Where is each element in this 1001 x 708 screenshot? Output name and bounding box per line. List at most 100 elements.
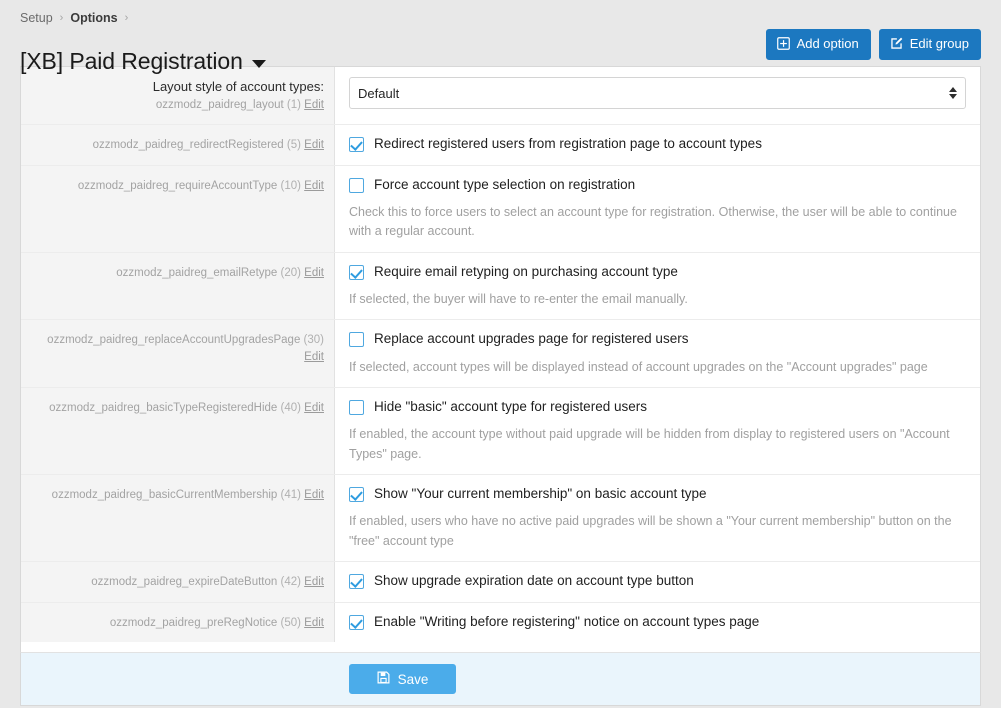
option-number: (20) — [281, 267, 301, 279]
save-button[interactable]: Save — [349, 664, 456, 694]
option-key: ozzmodz_paidreg_emailRetype — [116, 267, 277, 279]
header-actions: Add option Edit group — [766, 29, 981, 60]
option-explain-text: If enabled, the account type without pai… — [349, 425, 966, 464]
option-checkbox-row[interactable]: Require email retyping on purchasing acc… — [349, 263, 966, 281]
option-edit-link[interactable]: Edit — [304, 489, 324, 501]
checkbox-unchecked-icon[interactable] — [349, 400, 364, 415]
save-button-label: Save — [398, 672, 429, 687]
option-number: (30) — [304, 334, 324, 346]
checkbox-checked-icon[interactable] — [349, 574, 364, 589]
option-edit-link[interactable]: Edit — [304, 617, 324, 629]
option-number: (10) — [281, 180, 301, 192]
plus-square-icon — [777, 37, 790, 50]
option-number: (5) — [287, 139, 301, 151]
option-key-line: ozzmodz_paidreg_preRegNotice (50) Edit — [33, 615, 324, 632]
option-checkbox-label: Replace account upgrades page for regist… — [374, 330, 688, 348]
option-row: ozzmodz_paidreg_basicCurrentMembership (… — [21, 475, 980, 562]
checkbox-checked-icon[interactable] — [349, 137, 364, 152]
option-edit-link[interactable]: Edit — [304, 402, 324, 414]
option-row: ozzmodz_paidreg_emailRetype (20) Edit Req… — [21, 253, 980, 321]
option-key: ozzmodz_paidreg_basicCurrentMembership — [52, 489, 278, 501]
option-checkbox-label: Force account type selection on registra… — [374, 176, 635, 194]
option-explain-text: If enabled, users who have no active pai… — [349, 512, 966, 551]
option-edit-link[interactable]: Edit — [304, 99, 324, 111]
option-number: (42) — [281, 576, 301, 588]
option-checkbox-row[interactable]: Show upgrade expiration date on account … — [349, 572, 966, 590]
option-number: (41) — [281, 489, 301, 501]
option-checkbox-label: Require email retyping on purchasing acc… — [374, 263, 678, 281]
option-label-cell: ozzmodz_paidreg_preRegNotice (50) Edit — [21, 603, 335, 643]
option-key: ozzmodz_paidreg_requireAccountType — [78, 180, 277, 192]
option-checkbox-label: Hide "basic" account type for registered… — [374, 398, 647, 416]
option-checkbox-label: Enable "Writing before registering" noti… — [374, 613, 759, 631]
option-key-line: ozzmodz_paidreg_layout (1) Edit — [33, 97, 324, 114]
option-edit-link[interactable]: Edit — [304, 139, 324, 151]
option-row: ozzmodz_paidreg_preRegNotice (50) Edit En… — [21, 603, 980, 643]
option-label-cell: ozzmodz_paidreg_basicTypeRegisteredHide … — [21, 388, 335, 474]
option-label-cell: ozzmodz_paidreg_basicCurrentMembership (… — [21, 475, 335, 561]
option-number: (40) — [281, 402, 301, 414]
floppy-disk-icon — [377, 671, 390, 687]
breadcrumb-item-setup[interactable]: Setup — [20, 11, 53, 25]
option-checkbox-row[interactable]: Force account type selection on registra… — [349, 176, 966, 194]
checkbox-checked-icon[interactable] — [349, 487, 364, 502]
option-key: ozzmodz_paidreg_redirectRegistered — [93, 139, 284, 151]
option-key: ozzmodz_paidreg_replaceAccountUpgradesPa… — [47, 334, 300, 346]
option-label-cell: ozzmodz_paidreg_redirectRegistered (5) E… — [21, 125, 335, 165]
option-row: ozzmodz_paidreg_basicTypeRegisteredHide … — [21, 388, 980, 475]
option-label-cell: ozzmodz_paidreg_replaceAccountUpgradesPa… — [21, 320, 335, 387]
breadcrumb-item-options[interactable]: Options — [70, 11, 117, 25]
edit-group-button-label: Edit group — [910, 36, 969, 52]
option-edit-link[interactable]: Edit — [304, 267, 324, 279]
option-row: ozzmodz_paidreg_redirectRegistered (5) E… — [21, 125, 980, 166]
option-label-cell: ozzmodz_paidreg_emailRetype (20) Edit — [21, 253, 335, 320]
page-title: [XB] Paid Registration — [20, 49, 243, 74]
option-key-line: ozzmodz_paidreg_requireAccountType (10) … — [33, 178, 324, 195]
option-checkbox-label: Show upgrade expiration date on account … — [374, 572, 694, 590]
breadcrumb-separator: › — [60, 13, 64, 24]
page-header: Setup › Options › [XB] Paid Registration… — [0, 0, 1001, 66]
option-row: ozzmodz_paidreg_expireDateButton (42) Ed… — [21, 562, 980, 603]
option-field-cell: Force account type selection on registra… — [335, 166, 980, 252]
option-explain-text: If selected, account types will be displ… — [349, 358, 966, 377]
option-field-cell: Hide "basic" account type for registered… — [335, 388, 980, 474]
option-field-cell: Show upgrade expiration date on account … — [335, 562, 980, 600]
option-field-cell: Redirect registered users from registrat… — [335, 125, 980, 163]
option-checkbox-row[interactable]: Hide "basic" account type for registered… — [349, 398, 966, 416]
checkbox-unchecked-icon[interactable] — [349, 332, 364, 347]
option-key-line: ozzmodz_paidreg_replaceAccountUpgradesPa… — [33, 332, 324, 365]
edit-pencil-icon — [890, 37, 903, 50]
option-key: ozzmodz_paidreg_layout — [156, 99, 284, 111]
option-explain-text: Check this to force users to select an a… — [349, 203, 966, 242]
option-number: (50) — [281, 617, 301, 629]
option-checkbox-row[interactable]: Replace account upgrades page for regist… — [349, 330, 966, 348]
option-row: ozzmodz_paidreg_replaceAccountUpgradesPa… — [21, 320, 980, 388]
option-key-line: ozzmodz_paidreg_redirectRegistered (5) E… — [33, 137, 324, 154]
option-key: ozzmodz_paidreg_basicTypeRegisteredHide — [49, 402, 277, 414]
add-option-button-label: Add option — [797, 36, 859, 52]
add-option-button[interactable]: Add option — [766, 29, 871, 60]
option-edit-link[interactable]: Edit — [304, 576, 324, 588]
chevron-down-icon[interactable] — [252, 60, 266, 68]
option-label-cell: ozzmodz_paidreg_requireAccountType (10) … — [21, 166, 335, 252]
option-key: ozzmodz_paidreg_preRegNotice — [110, 617, 278, 629]
options-form-panel: Layout style of account types:ozzmodz_pa… — [20, 66, 981, 652]
option-edit-link[interactable]: Edit — [304, 351, 324, 363]
option-checkbox-row[interactable]: Enable "Writing before registering" noti… — [349, 613, 966, 631]
option-field-cell: Enable "Writing before registering" noti… — [335, 603, 980, 641]
option-checkbox-label: Redirect registered users from registrat… — [374, 135, 762, 153]
checkbox-checked-icon[interactable] — [349, 265, 364, 280]
option-edit-link[interactable]: Edit — [304, 180, 324, 192]
option-checkbox-row[interactable]: Show "Your current membership" on basic … — [349, 485, 966, 503]
layout-style-select[interactable]: Default — [349, 77, 966, 109]
layout-style-select-wrapper: Default — [349, 77, 966, 109]
option-explain-text: If selected, the buyer will have to re-e… — [349, 290, 966, 309]
option-label-cell: ozzmodz_paidreg_expireDateButton (42) Ed… — [21, 562, 335, 602]
options-row-list: Layout style of account types:ozzmodz_pa… — [21, 67, 980, 652]
edit-group-button[interactable]: Edit group — [879, 29, 981, 60]
option-checkbox-row[interactable]: Redirect registered users from registrat… — [349, 135, 966, 153]
checkbox-unchecked-icon[interactable] — [349, 178, 364, 193]
option-key: ozzmodz_paidreg_expireDateButton — [91, 576, 277, 588]
checkbox-checked-icon[interactable] — [349, 615, 364, 630]
option-row: ozzmodz_paidreg_requireAccountType (10) … — [21, 166, 980, 253]
